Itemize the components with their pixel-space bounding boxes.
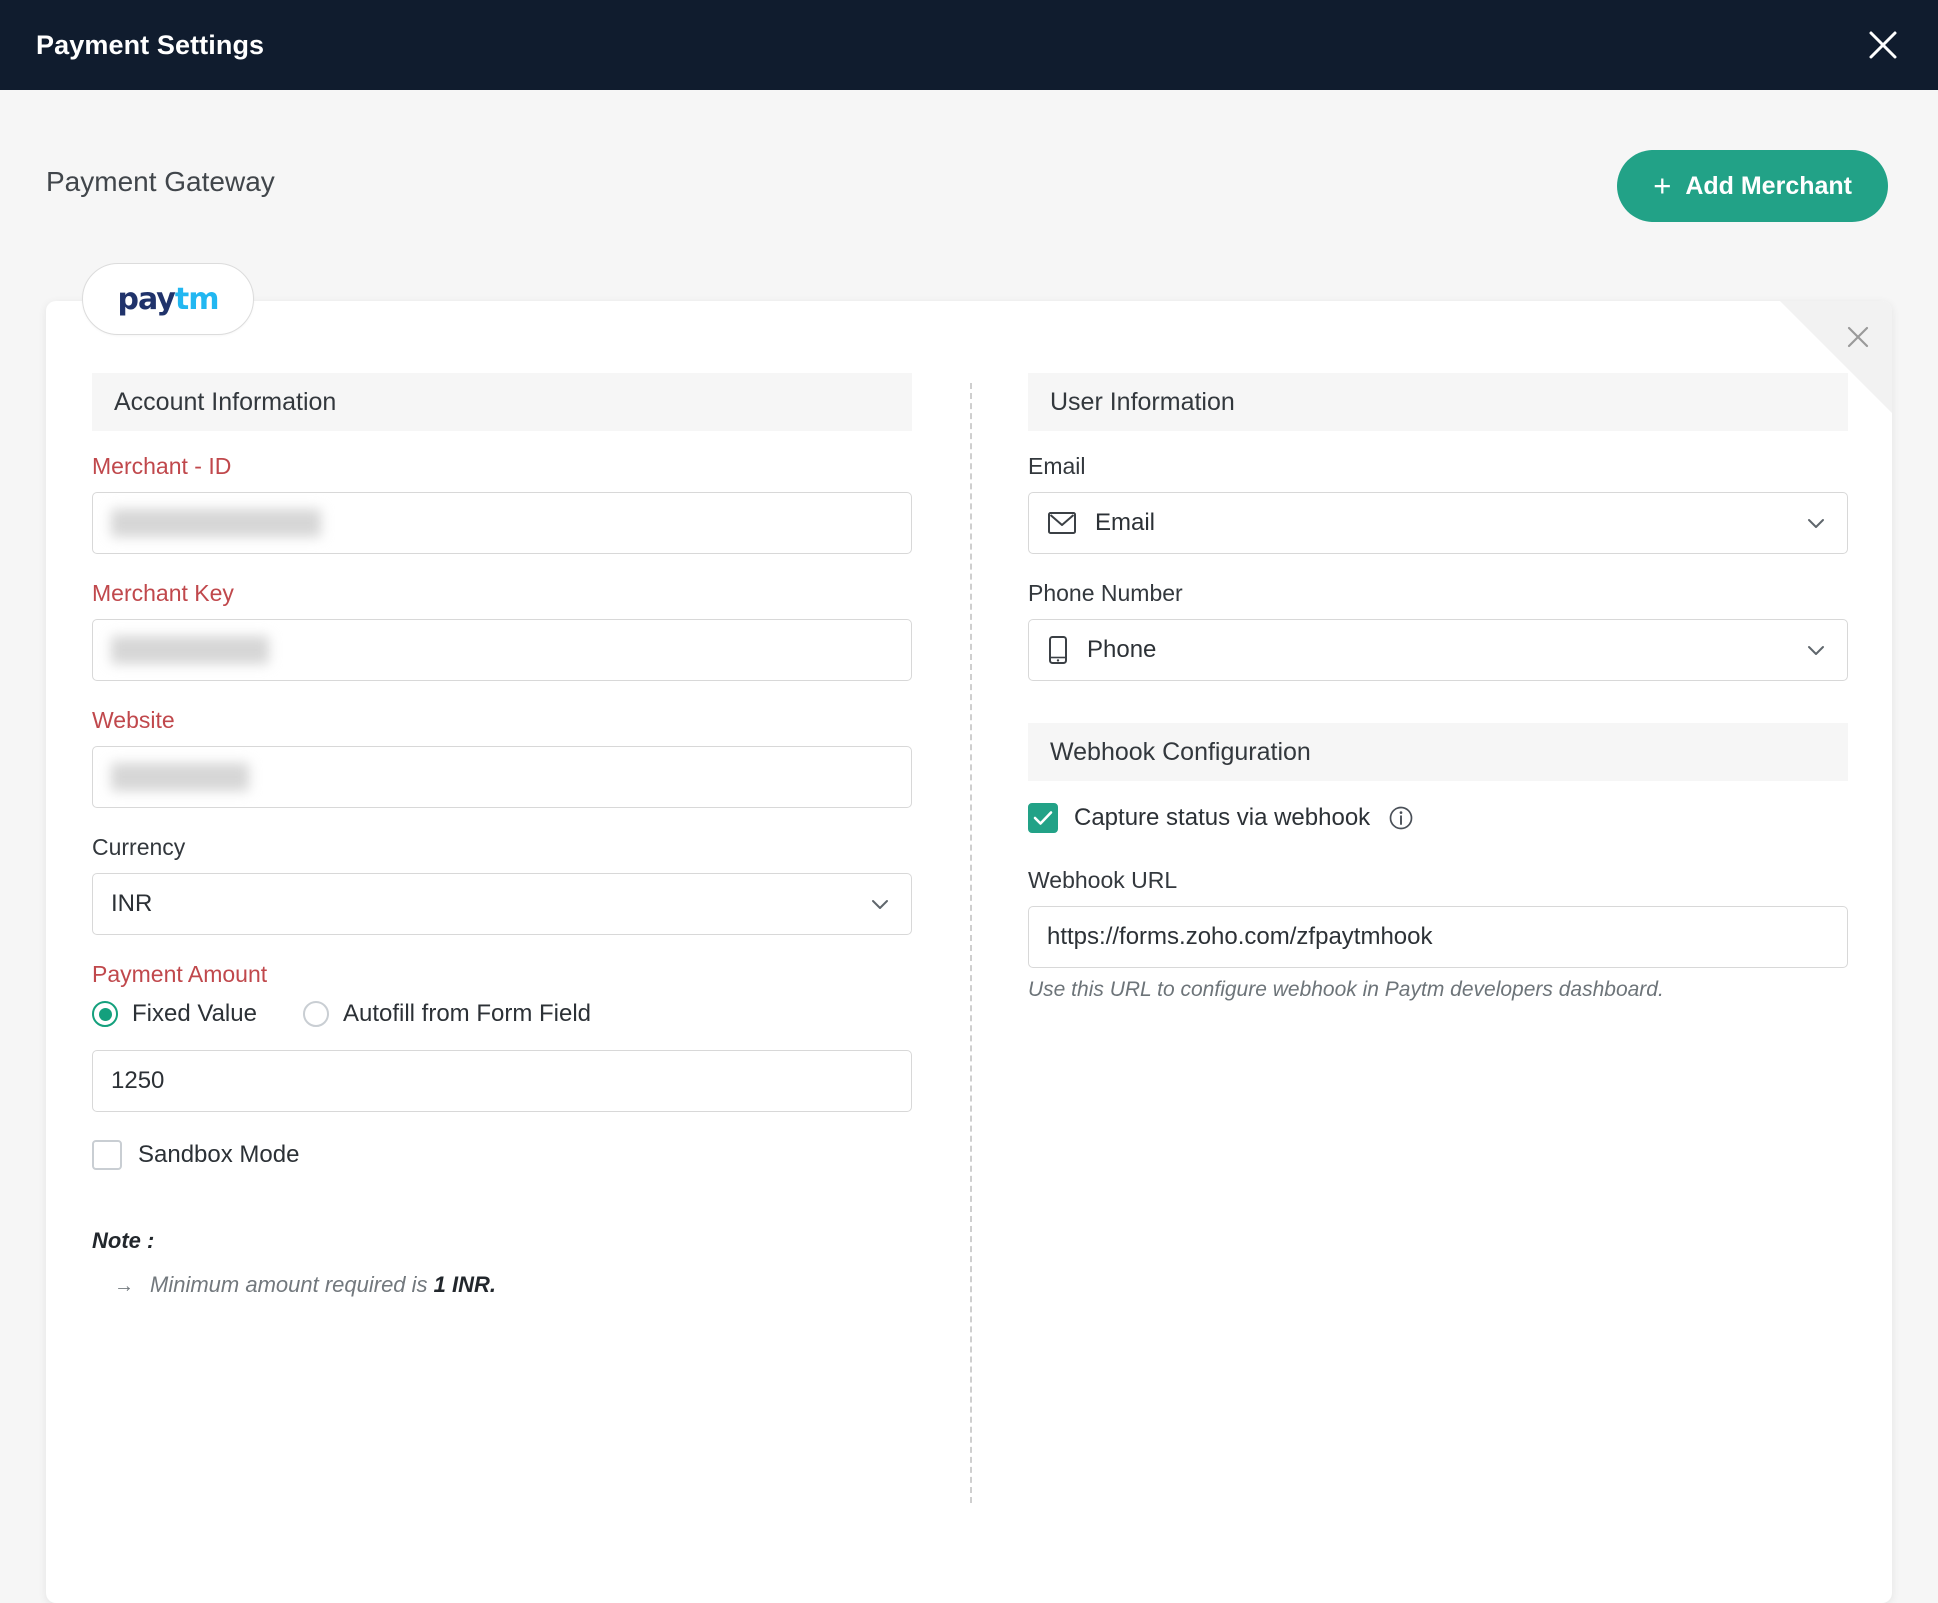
payment-amount-label: Payment Amount bbox=[92, 961, 268, 987]
page-header-row: Payment Gateway + Add Merchant bbox=[0, 150, 1938, 242]
redacted-value bbox=[111, 763, 249, 791]
currency-selected-value: INR bbox=[111, 890, 153, 917]
envelope-icon bbox=[1047, 510, 1077, 536]
sandbox-mode-row: Sandbox Mode bbox=[92, 1140, 912, 1170]
radio-fixed-value-label[interactable]: Fixed Value bbox=[132, 1000, 257, 1028]
currency-select[interactable]: INR bbox=[92, 873, 912, 935]
radio-autofill-from-form-field[interactable] bbox=[302, 1001, 329, 1027]
redacted-value bbox=[111, 509, 321, 537]
redacted-value bbox=[111, 636, 269, 664]
info-icon[interactable] bbox=[1388, 805, 1414, 831]
field-merchant-id: Merchant - ID bbox=[92, 453, 912, 554]
page-body: Payment Gateway + Add Merchant paytm Acc… bbox=[0, 90, 1938, 1603]
email-select[interactable]: Email bbox=[1028, 492, 1848, 554]
sandbox-mode-checkbox[interactable] bbox=[92, 1140, 122, 1170]
chevron-down-icon bbox=[867, 891, 893, 917]
field-webhook-url: Webhook URL Use this URL to configure we… bbox=[1028, 867, 1848, 1002]
window-title: Payment Settings bbox=[36, 29, 265, 60]
phone-number-label: Phone Number bbox=[1028, 580, 1183, 606]
close-icon bbox=[1869, 31, 1897, 59]
tab-paytm[interactable]: paytm bbox=[82, 263, 254, 335]
email-selected-value: Email bbox=[1095, 509, 1156, 536]
field-currency: Currency INR bbox=[92, 834, 912, 935]
webhook-url-input[interactable] bbox=[1028, 906, 1848, 968]
merchant-id-label: Merchant - ID bbox=[92, 453, 232, 479]
field-payment-amount: Payment Amount Fixed Value Autofill from… bbox=[92, 961, 912, 1112]
merchant-key-input[interactable] bbox=[92, 619, 912, 681]
note-emphasis: 1 INR. bbox=[433, 1272, 497, 1297]
merchant-key-label: Merchant Key bbox=[92, 580, 234, 606]
field-website: Website bbox=[92, 707, 912, 808]
add-merchant-label: Add Merchant bbox=[1685, 171, 1852, 200]
payment-amount-radio-group: Fixed Value Autofill from Form Field bbox=[92, 1000, 912, 1028]
gateway-tab-row: paytm bbox=[0, 263, 1938, 337]
note-block: Note : → Minimum amount required is 1 IN… bbox=[92, 1228, 912, 1298]
radio-fixed-value[interactable] bbox=[92, 1001, 118, 1027]
webhook-url-label: Webhook URL bbox=[1028, 867, 1178, 893]
account-information-column: Account Information Merchant - ID Mercha… bbox=[92, 373, 912, 1298]
field-phone-number: Phone Number Phone bbox=[1028, 580, 1848, 681]
user-information-column: User Information Email Email Phone Numbe… bbox=[1028, 373, 1848, 1028]
section-header-user-information: User Information bbox=[1028, 373, 1848, 431]
window-close-button[interactable] bbox=[1856, 18, 1910, 72]
sandbox-mode-label[interactable]: Sandbox Mode bbox=[138, 1141, 299, 1169]
note-title: Note : bbox=[92, 1228, 155, 1253]
radio-autofill-from-form-field-label[interactable]: Autofill from Form Field bbox=[343, 1000, 591, 1028]
mobile-phone-icon bbox=[1047, 635, 1069, 665]
payment-amount-input[interactable] bbox=[92, 1050, 912, 1112]
capture-status-label[interactable]: Capture status via webhook bbox=[1074, 804, 1370, 832]
column-divider bbox=[970, 383, 972, 1503]
capture-status-row: Capture status via webhook bbox=[1028, 803, 1848, 833]
section-header-webhook-configuration: Webhook Configuration bbox=[1028, 723, 1848, 781]
arrow-right-icon: → bbox=[114, 1275, 134, 1297]
field-email: Email Email bbox=[1028, 453, 1848, 554]
field-merchant-key: Merchant Key bbox=[92, 580, 912, 681]
paytm-logo-part1: pay bbox=[117, 281, 176, 317]
website-label: Website bbox=[92, 707, 175, 733]
merchant-id-input[interactable] bbox=[92, 492, 912, 554]
paytm-logo-part2: tm bbox=[174, 281, 220, 317]
note-item-text: Minimum amount required is 1 INR. bbox=[150, 1272, 496, 1298]
phone-selected-value: Phone bbox=[1087, 636, 1157, 663]
page-title: Payment Gateway bbox=[46, 166, 275, 197]
website-input[interactable] bbox=[92, 746, 912, 808]
note-item: → Minimum amount required is 1 INR. bbox=[92, 1272, 912, 1298]
phone-select[interactable]: Phone bbox=[1028, 619, 1848, 681]
currency-label: Currency bbox=[92, 834, 186, 860]
webhook-url-helper-text: Use this URL to configure webhook in Pay… bbox=[1028, 978, 1664, 1001]
chevron-down-icon bbox=[1803, 637, 1829, 663]
email-label: Email bbox=[1028, 453, 1086, 479]
add-merchant-button[interactable]: + Add Merchant bbox=[1617, 150, 1888, 222]
note-text: Minimum amount required is bbox=[150, 1272, 434, 1297]
capture-status-checkbox[interactable] bbox=[1028, 803, 1058, 833]
chevron-down-icon bbox=[1803, 510, 1829, 536]
section-header-account-information: Account Information bbox=[92, 373, 912, 431]
paytm-logo-icon: paytm bbox=[117, 281, 220, 317]
window-titlebar: Payment Settings bbox=[0, 0, 1938, 90]
merchant-config-card: Account Information Merchant - ID Mercha… bbox=[46, 301, 1892, 1603]
check-icon bbox=[1033, 811, 1053, 825]
plus-icon: + bbox=[1653, 167, 1672, 203]
